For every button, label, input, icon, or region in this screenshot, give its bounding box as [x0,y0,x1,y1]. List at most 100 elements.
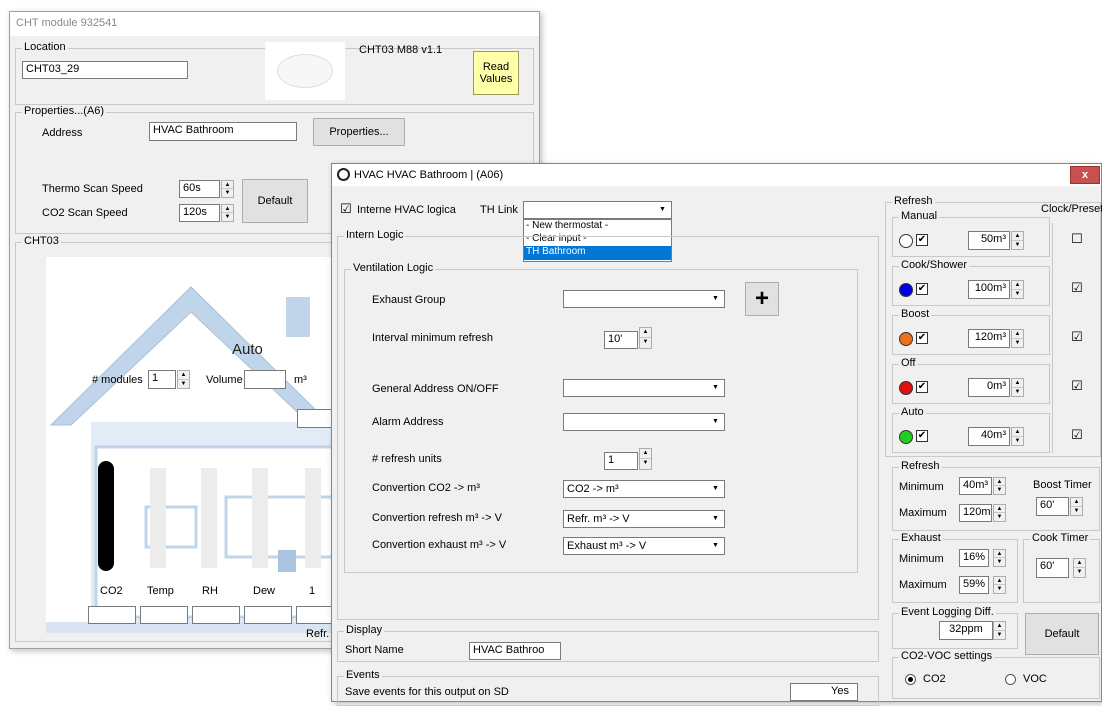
mode-preset-checkbox[interactable]: ☑ [1071,379,1083,392]
thermo-scan-spinner[interactable]: ▲ ▼ [221,180,234,198]
modules-spinner[interactable]: ▲ ▼ [177,370,190,389]
exhaust-minimum-spinner[interactable]: ▲ ▼ [993,549,1006,567]
rh-bar [201,468,217,568]
hvac-window-title: HVAC HVAC Bathroom | (A06) [354,169,504,181]
intern-logic-label: Intern Logic [344,229,406,241]
th-link-select[interactable]: ▼ [523,201,672,219]
cook-timer-spinner[interactable]: ▲ ▼ [1073,558,1086,578]
refresh-mode-0: Manual ✔ 50m³ ▲ ▼ [892,210,1050,257]
save-events-value[interactable]: Yes [790,683,858,701]
refresh-mode-2: Boost ✔ 120m³ ▲ ▼ [892,308,1050,355]
mode-preset-checkbox[interactable]: ☑ [1071,428,1083,441]
refresh-units-input[interactable]: 1 [604,452,638,470]
mode-volume-spinner[interactable]: ▲ ▼ [1011,280,1024,299]
interval-input[interactable]: 10' [604,331,638,349]
mode-color-indicator [899,332,913,346]
exhaust-minimum-input[interactable]: 16% [959,549,989,567]
exhaust-maximum-spinner[interactable]: ▲ ▼ [993,576,1006,594]
rh-value-input[interactable] [192,606,240,624]
refresh-mode-3: Off ✔ 0m³ ▲ ▼ [892,357,1050,404]
co2-value-input[interactable] [88,606,136,624]
location-group-label: Location [22,41,68,53]
temp-bar [150,468,166,568]
short-name-input[interactable]: HVAC Bathroo [469,642,561,660]
interne-hvac-checkbox[interactable]: ☑ [340,202,352,215]
co2-radio[interactable] [905,674,916,685]
co2-scan-input[interactable]: 120s [179,204,220,222]
close-icon[interactable]: x [1070,166,1100,184]
mode-enable-checkbox[interactable]: ✔ [916,430,928,442]
read-values-button[interactable]: Read Values [473,51,519,95]
event-logging-input[interactable]: 32ppm [939,621,993,640]
co2-scan-label: CO2 Scan Speed [42,207,128,219]
mode-volume-input[interactable]: 100m³ [968,280,1010,299]
refresh-units-spinner[interactable]: ▲ ▼ [639,448,652,470]
mode-volume-input[interactable]: 40m³ [968,427,1010,446]
mode-label: Cook/Shower [899,259,970,271]
refresh-limits-label: Refresh [899,460,942,472]
interval-spinner[interactable]: ▲ ▼ [639,327,652,349]
location-input[interactable]: CHT03_29 [22,61,188,79]
co2-bar [98,461,114,571]
mode-label: Manual [899,210,940,222]
mode-enable-checkbox[interactable]: ✔ [916,381,928,393]
dew-bar-label: Dew [253,585,276,597]
refresh-minimum-spinner[interactable]: ▲ ▼ [993,477,1006,495]
conv-refresh-value: Refr. m³ -> V [567,513,630,525]
conv-co2-select[interactable]: CO2 -> m³ ▼ [563,480,725,498]
save-events-label: Save events for this output on SD [345,686,509,698]
address-input[interactable]: HVAC Bathroom [149,122,297,141]
mode-volume-spinner[interactable]: ▲ ▼ [1011,427,1024,446]
mode-volume-input[interactable]: 50m³ [968,231,1010,250]
conv-exhaust-select[interactable]: Exhaust m³ -> V ▼ [563,537,725,555]
co2-scan-spinner[interactable]: ▲ ▼ [221,204,234,222]
exhaust-maximum-input[interactable]: 59% [959,576,989,594]
mode-color-indicator [899,234,913,248]
mode-volume-spinner[interactable]: ▲ ▼ [1011,231,1024,250]
boost-timer-input[interactable]: 60' [1036,497,1069,516]
cook-timer-input[interactable]: 60' [1036,558,1069,578]
conv-exhaust-value: Exhaust m³ -> V [567,540,647,552]
mode-volume-spinner[interactable]: ▲ ▼ [1011,378,1024,397]
mode-volume-spinner[interactable]: ▲ ▼ [1011,329,1024,348]
mode-preset-checkbox[interactable]: ☑ [1071,281,1083,294]
temp-value-input[interactable] [140,606,188,624]
event-logging-spinner[interactable]: ▲ ▼ [993,621,1006,640]
th-link-option[interactable]: - New thermostat - [524,220,671,233]
mode-preset-checkbox[interactable]: ☐ [1071,232,1083,245]
refresh-maximum-spinner[interactable]: ▲ ▼ [993,504,1006,522]
add-button[interactable]: + [745,282,779,316]
mode-volume-input[interactable]: 0m³ [968,378,1010,397]
rh-bar-label: RH [202,585,218,597]
scan-default-button[interactable]: Default [242,179,308,223]
mode-label: Auto [232,341,263,358]
general-address-select[interactable]: ▼ [563,379,725,397]
hvac-window: HVAC HVAC Bathroom | (A06) x ☑ Interne H… [331,163,1102,706]
properties-group-label: Properties...(A6) [22,105,107,117]
refresh-default-button[interactable]: Default [1025,613,1099,655]
mode-enable-checkbox[interactable]: ✔ [916,234,928,246]
properties-button[interactable]: Properties... [313,118,405,146]
modules-input[interactable]: 1 [148,370,176,389]
voc-radio[interactable] [1005,674,1016,685]
one-value-input[interactable] [296,606,336,624]
exhaust-maximum-label: Maximum [899,579,947,591]
mode-enable-checkbox[interactable]: ✔ [916,332,928,344]
mode-volume-input[interactable]: 120m³ [968,329,1010,348]
mode-enable-checkbox[interactable]: ✔ [916,283,928,295]
mode-preset-checkbox[interactable]: ☑ [1071,330,1083,343]
mode-label: Boost [899,308,932,320]
volume-input[interactable] [244,370,286,389]
boost-timer-spinner[interactable]: ▲ ▼ [1070,497,1083,516]
conv-refresh-select[interactable]: Refr. m³ -> V ▼ [563,510,725,528]
refresh-minimum-input[interactable]: 40m³ [959,477,992,495]
chevron-down-icon: ▼ [659,206,666,213]
alarm-address-select[interactable]: ▼ [563,413,725,431]
thermo-scan-input[interactable]: 60s [179,180,220,198]
display-group-label: Display [344,624,385,636]
dew-value-input[interactable] [244,606,292,624]
refresh-maximum-input[interactable]: 120m³ [959,504,992,522]
exhaust-group-select[interactable]: ▼ [563,290,725,308]
refresh-mode-4: Auto ✔ 40m³ ▲ ▼ [892,406,1050,453]
mode-color-indicator [899,430,913,444]
